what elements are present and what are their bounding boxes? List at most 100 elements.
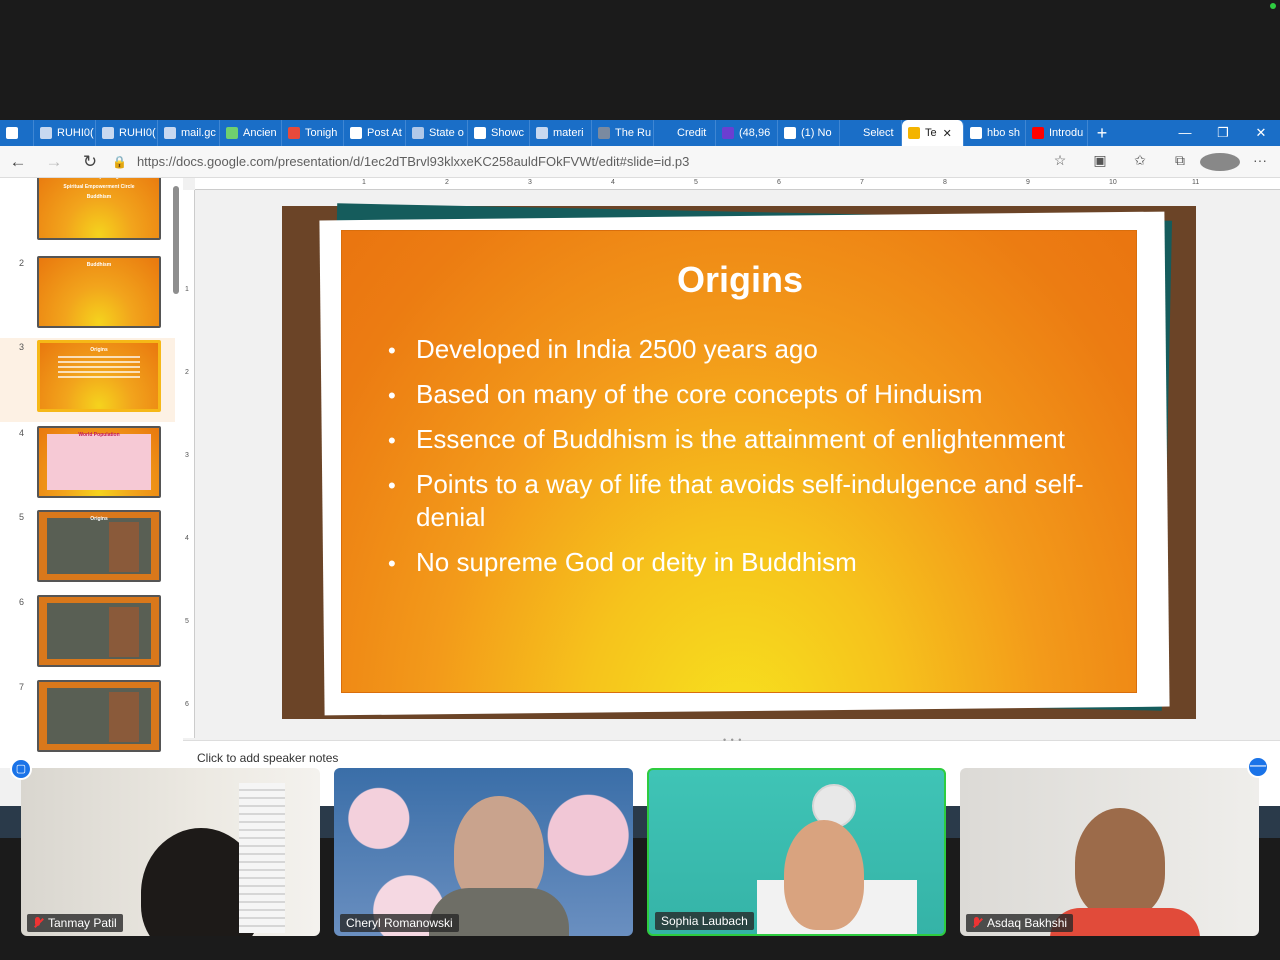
slide-thumbnail-row[interactable]: 6 bbox=[0, 593, 175, 677]
browser-tab[interactable]: materi bbox=[530, 120, 592, 146]
thumbnail-text: World Population bbox=[78, 432, 120, 438]
page-icon bbox=[102, 127, 114, 139]
browser-tab[interactable]: State o bbox=[406, 120, 468, 146]
ruler-mark: 4 bbox=[611, 179, 615, 186]
slide-filmstrip: Humanity Rising Spiritual Empowerment Cir… bbox=[0, 178, 183, 768]
muted-mic-icon bbox=[33, 917, 43, 929]
window-controls: — ❐ ✕ bbox=[1166, 125, 1280, 141]
close-tab-icon[interactable]: ✕ bbox=[943, 127, 952, 140]
favorites-icon[interactable]: ✩ bbox=[1120, 152, 1160, 170]
tab-actions-icon bbox=[6, 127, 18, 139]
bullet-item: Points to a way of life that avoids self… bbox=[388, 468, 1116, 534]
restore-window-button[interactable]: ❐ bbox=[1204, 125, 1242, 141]
slide-title[interactable]: Origins bbox=[342, 259, 1138, 301]
video-tile[interactable]: Tanmay Patil bbox=[21, 768, 320, 936]
tab-label: (48,96 bbox=[739, 127, 771, 139]
browser-tab[interactable]: Post At bbox=[344, 120, 406, 146]
gmail-icon bbox=[288, 127, 300, 139]
collections-icon[interactable]: ⧉ bbox=[1160, 152, 1200, 170]
video-tile[interactable]: Asdaq Bakhshi bbox=[960, 768, 1259, 936]
lock-icon: 🔒 bbox=[112, 154, 127, 169]
slide-thumbnail[interactable]: Humanity Rising Spiritual Empowerment Cir… bbox=[37, 178, 161, 240]
minimize-window-button[interactable]: — bbox=[1166, 125, 1204, 141]
slide-thumbnail[interactable]: Origins bbox=[37, 510, 161, 582]
slide-number: 3 bbox=[19, 342, 25, 352]
grid-icon bbox=[412, 127, 424, 139]
back-button[interactable]: ← bbox=[0, 152, 36, 172]
browser-tab-active[interactable]: Te ✕ bbox=[902, 120, 964, 146]
browser-tab[interactable]: Tonigh bbox=[282, 120, 344, 146]
slide-thumbnail[interactable] bbox=[37, 595, 161, 667]
slide-canvas-area: 1234567891011 123456 Origins Developed i… bbox=[183, 178, 1280, 738]
slide-number: 6 bbox=[19, 597, 25, 607]
ruler-mark: 9 bbox=[1026, 179, 1030, 186]
thumbnail-bullet-line bbox=[58, 376, 140, 378]
notes-resize-handle[interactable]: • • • bbox=[723, 735, 742, 745]
browser-tab[interactable]: Credit bbox=[654, 120, 716, 146]
youtube-icon bbox=[1032, 127, 1044, 139]
slide-thumbnail-row[interactable]: 2 Buddhism bbox=[0, 254, 175, 338]
minimize-videos-button[interactable]: — bbox=[1247, 756, 1269, 778]
meeting-video-strip: Tanmay Patil Cheryl Romanowski Sophia La… bbox=[0, 768, 1280, 960]
more-menu-icon[interactable]: ··· bbox=[1240, 152, 1280, 170]
slide-bullet-list[interactable]: Developed in India 2500 years ago Based … bbox=[388, 333, 1116, 591]
browser-tab[interactable]: (48,96 bbox=[716, 120, 778, 146]
tab-label: Te bbox=[925, 127, 937, 139]
tab-label: Showc bbox=[491, 127, 525, 139]
speaker-notes-placeholder: Click to add speaker notes bbox=[197, 751, 339, 765]
participant-name-tag: Cheryl Romanowski bbox=[340, 914, 459, 932]
new-tab-button[interactable]: + bbox=[1088, 123, 1116, 144]
reload-button[interactable]: ↻ bbox=[72, 152, 108, 172]
slide-number: 5 bbox=[19, 512, 25, 522]
tab-label: Post At bbox=[367, 127, 402, 139]
thumbnail-text: Spiritual Empowerment Circle bbox=[63, 184, 135, 190]
slide-thumbnail-row[interactable]: Humanity Rising Spiritual Empowerment Cir… bbox=[0, 178, 175, 262]
browser-tab[interactable]: Ancien bbox=[220, 120, 282, 146]
favorite-star-icon[interactable]: ☆ bbox=[1040, 152, 1080, 170]
browser-tab[interactable]: Showc bbox=[468, 120, 530, 146]
ruler-mark: 1 bbox=[185, 286, 189, 293]
extensions-icon[interactable]: ▣ bbox=[1080, 152, 1120, 170]
tab-label: mail.gc bbox=[181, 127, 216, 139]
forward-button[interactable]: → bbox=[36, 152, 72, 172]
browser-tab[interactable]: (1) No bbox=[778, 120, 840, 146]
close-window-button[interactable]: ✕ bbox=[1242, 125, 1280, 141]
slide-number: 2 bbox=[19, 258, 25, 268]
tab-label: State o bbox=[429, 127, 464, 139]
slides-icon bbox=[908, 127, 920, 139]
url-field[interactable]: 🔒 https://docs.google.com/presentation/d… bbox=[112, 154, 1040, 169]
video-tile-active-speaker[interactable]: Sophia Laubach bbox=[647, 768, 946, 936]
page-icon bbox=[40, 127, 52, 139]
browser-tab[interactable]: The Ru bbox=[592, 120, 654, 146]
browser-tab[interactable]: Introdu bbox=[1026, 120, 1088, 146]
slide-thumbnail[interactable]: Buddhism bbox=[37, 256, 161, 328]
box-icon bbox=[474, 127, 486, 139]
browser-tab[interactable]: mail.gc bbox=[158, 120, 220, 146]
browser-tab[interactable]: RUHI0( bbox=[96, 120, 158, 146]
browser-tab[interactable]: hbo sh bbox=[964, 120, 1026, 146]
zoom-icon bbox=[350, 127, 362, 139]
slide-thumbnail-row[interactable]: 3 Origins bbox=[0, 338, 175, 422]
slide-thumbnail[interactable]: Origins bbox=[37, 340, 161, 412]
slide-thumbnail-row[interactable]: 7 bbox=[0, 678, 175, 762]
slide-thumbnail[interactable]: World Population bbox=[37, 426, 161, 498]
screen: RUHI0(RUHI0( mail.gc Ancien Tonigh Post At St… bbox=[0, 0, 1280, 960]
ruler-mark: 11 bbox=[1192, 179, 1200, 186]
thumbnail-text: Buddhism bbox=[86, 262, 112, 268]
slide-thumbnail-row[interactable]: 5 Origins bbox=[0, 508, 175, 592]
thumbnail-text: Humanity Rising bbox=[39, 178, 159, 180]
thumbnail-text: Origins bbox=[90, 516, 108, 522]
ruler-mark: 7 bbox=[860, 179, 864, 186]
ruler-mark: 10 bbox=[1109, 179, 1117, 186]
slide-thumbnail-row[interactable]: 4 World Population bbox=[0, 424, 175, 508]
slide-thumbnail[interactable] bbox=[37, 680, 161, 752]
participants-panel-icon[interactable]: ▢ bbox=[10, 758, 32, 780]
browser-tab[interactable] bbox=[0, 120, 34, 146]
profile-avatar[interactable] bbox=[1200, 152, 1240, 171]
video-tile[interactable]: Cheryl Romanowski bbox=[334, 768, 633, 936]
browser-tab[interactable]: Select bbox=[840, 120, 902, 146]
current-slide[interactable]: Origins Developed in India 2500 years ag… bbox=[282, 203, 1196, 719]
browser-tab[interactable]: RUHI0( bbox=[34, 120, 96, 146]
yahoo-icon bbox=[722, 127, 734, 139]
muted-mic-icon bbox=[972, 917, 982, 929]
